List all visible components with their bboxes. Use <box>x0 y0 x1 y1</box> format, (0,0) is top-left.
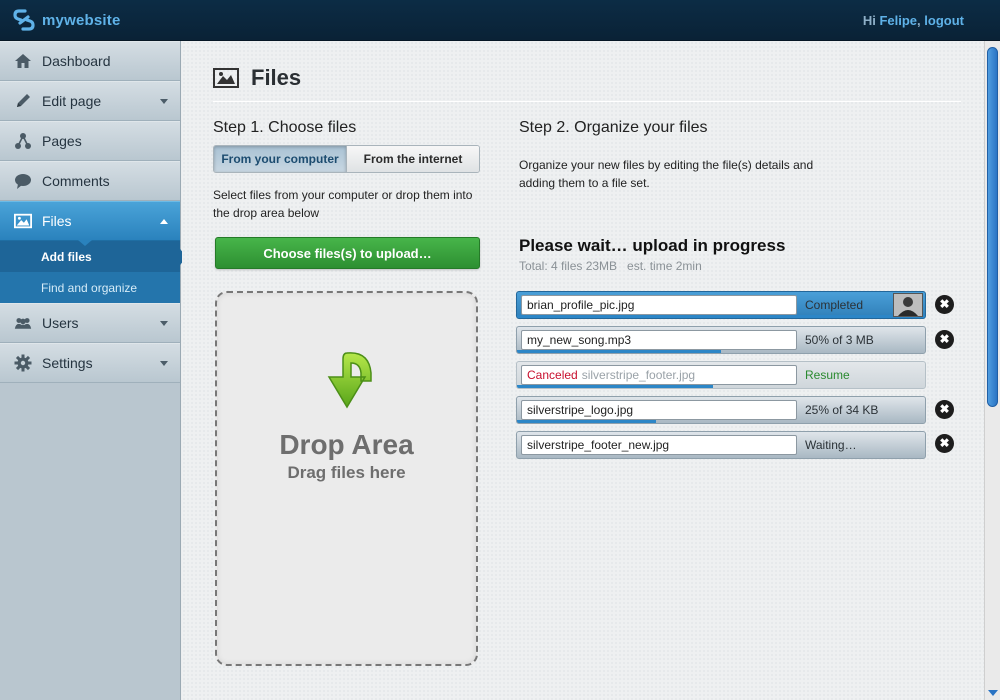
step2-description-line1: Organize your new files by editing the f… <box>519 158 814 172</box>
file-name: silverstripe_footer_new.jpg <box>527 438 670 452</box>
upload-status: 25% of 34 KB <box>805 403 879 417</box>
sidebar-item-dashboard[interactable]: Dashboard <box>0 41 180 81</box>
source-tabs: From your computer From the internet <box>213 145 480 173</box>
remove-file-button[interactable]: ✖ <box>935 295 954 314</box>
sidebar-subitem-find-and-organize[interactable]: Find and organize <box>0 272 180 303</box>
upload-row: silverstripe_footer_new.jpg Waiting… <box>516 431 926 459</box>
upload-status: Waiting… <box>805 438 857 452</box>
chevron-down-icon[interactable] <box>160 361 168 366</box>
drop-area[interactable]: Drop Area Drag files here <box>215 291 478 666</box>
step1-title: Step 1. Choose files <box>213 119 357 136</box>
upload-progress-bar <box>517 385 713 388</box>
upload-row: brian_profile_pic.jpg Completed <box>516 291 926 319</box>
remove-file-button[interactable]: ✖ <box>935 434 954 453</box>
brand-name: mywebsite <box>42 11 121 29</box>
canceled-label: Canceled <box>527 368 578 382</box>
file-name: my_new_song.mp3 <box>527 333 632 347</box>
files-submenu: Add files Find and organize <box>0 241 187 303</box>
upload-row: Canceled silverstripe_footer.jpg Resume <box>516 361 926 389</box>
resume-upload-link[interactable]: Resume <box>805 368 850 382</box>
upload-summary: Total: 4 files 23MB est. time 2min <box>519 259 702 273</box>
file-name: silverstripe_footer.jpg <box>581 368 696 382</box>
tab-from-computer[interactable]: From your computer <box>214 146 346 172</box>
home-icon <box>14 52 32 70</box>
image-icon <box>14 212 32 230</box>
sidebar-item-edit-page[interactable]: Edit page <box>0 81 180 121</box>
sidebar-item-users[interactable]: Users <box>0 303 180 343</box>
chevron-up-icon[interactable] <box>160 219 168 224</box>
sidebar-item-label: Dashboard <box>42 53 111 69</box>
step2-description: Organize your new files by editing the f… <box>519 156 839 192</box>
title-divider <box>213 101 961 102</box>
upload-progress-bar <box>517 350 721 353</box>
upload-row: silverstripe_logo.jpg 25% of 34 KB <box>516 396 926 424</box>
step2-title: Step 2. Organize your files <box>519 119 708 136</box>
upload-progress-bar <box>517 315 925 318</box>
file-name-field[interactable]: Canceled silverstripe_footer.jpg <box>521 365 797 385</box>
page-title: Files <box>213 65 301 91</box>
sidebar-item-label: Pages <box>42 133 82 149</box>
file-name: brian_profile_pic.jpg <box>527 298 635 312</box>
greeting-prefix: Hi <box>862 13 876 28</box>
main-content: Files Step 1. Choose files From your com… <box>182 41 984 700</box>
remove-file-button[interactable]: ✖ <box>935 330 954 349</box>
tab-from-internet[interactable]: From the internet <box>346 146 479 172</box>
sidebar-item-pages[interactable]: Pages <box>0 121 180 161</box>
sidebar-item-label: Comments <box>42 173 110 189</box>
sidebar-item-label: Edit page <box>42 93 102 109</box>
chevron-down-icon[interactable] <box>160 321 168 326</box>
upload-estimate: est. time 2min <box>627 259 702 273</box>
sidebar: Dashboard Edit page Pages Comments Files… <box>0 41 187 700</box>
sidebar-item-label: Settings <box>42 355 93 371</box>
step2-description-line2: adding them to a file set. <box>519 176 650 190</box>
upload-status: 50% of 3 MB <box>805 333 874 347</box>
sidebar-item-comments[interactable]: Comments <box>0 161 180 201</box>
chevron-down-icon[interactable] <box>160 99 168 104</box>
scrollbar-thumb[interactable] <box>987 47 998 407</box>
step1-description-line2: the drop area below <box>213 206 320 220</box>
speech-bubble-icon <box>14 172 32 190</box>
user-greeting: Hi Felipe, logout <box>863 13 964 28</box>
sitemap-icon <box>14 132 32 150</box>
logo-icon <box>13 9 35 31</box>
top-bar: mywebsite Hi Felipe, logout <box>0 0 1000 41</box>
brand-logo[interactable]: mywebsite <box>12 8 121 32</box>
upload-row: my_new_song.mp3 50% of 3 MB <box>516 326 926 354</box>
logout-link[interactable]: logout <box>924 13 964 28</box>
step1-description: Select files from your computer or drop … <box>213 186 488 222</box>
pencil-icon <box>14 92 32 110</box>
sidebar-item-settings[interactable]: Settings <box>0 343 180 383</box>
vertical-scrollbar[interactable] <box>984 41 1000 700</box>
drop-area-title: Drop Area <box>279 429 414 460</box>
greeting-separator: , <box>917 13 921 28</box>
image-icon <box>213 68 239 88</box>
download-arrow-icon <box>327 352 372 409</box>
file-name-field[interactable]: silverstripe_footer_new.jpg <box>521 435 797 455</box>
file-name-field[interactable]: my_new_song.mp3 <box>521 330 797 350</box>
remove-file-button[interactable]: ✖ <box>935 400 954 419</box>
upload-progress-heading: Please wait… upload in progress <box>519 236 786 255</box>
page-title-text: Files <box>251 65 302 90</box>
upload-total: Total: 4 files 23MB <box>519 259 618 273</box>
user-name[interactable]: Felipe <box>879 13 917 28</box>
sidebar-item-label: Files <box>42 213 72 229</box>
file-name-field[interactable]: silverstripe_logo.jpg <box>521 400 797 420</box>
users-icon <box>14 314 32 332</box>
file-thumbnail <box>893 293 923 317</box>
drop-area-subtitle: Drag files here <box>287 463 406 482</box>
upload-progress-bar <box>517 420 656 423</box>
sidebar-item-files[interactable]: Files <box>0 201 180 246</box>
file-name-field[interactable]: brian_profile_pic.jpg <box>521 295 797 315</box>
file-name: silverstripe_logo.jpg <box>527 403 634 417</box>
choose-files-button[interactable]: Choose files(s) to upload… <box>215 237 480 269</box>
sidebar-item-label: Users <box>42 315 79 331</box>
step1-description-line1: Select files from your computer or drop … <box>213 188 473 202</box>
scroll-down-arrow-icon[interactable] <box>988 690 998 696</box>
gear-icon <box>14 354 32 372</box>
upload-status: Completed <box>805 298 864 312</box>
